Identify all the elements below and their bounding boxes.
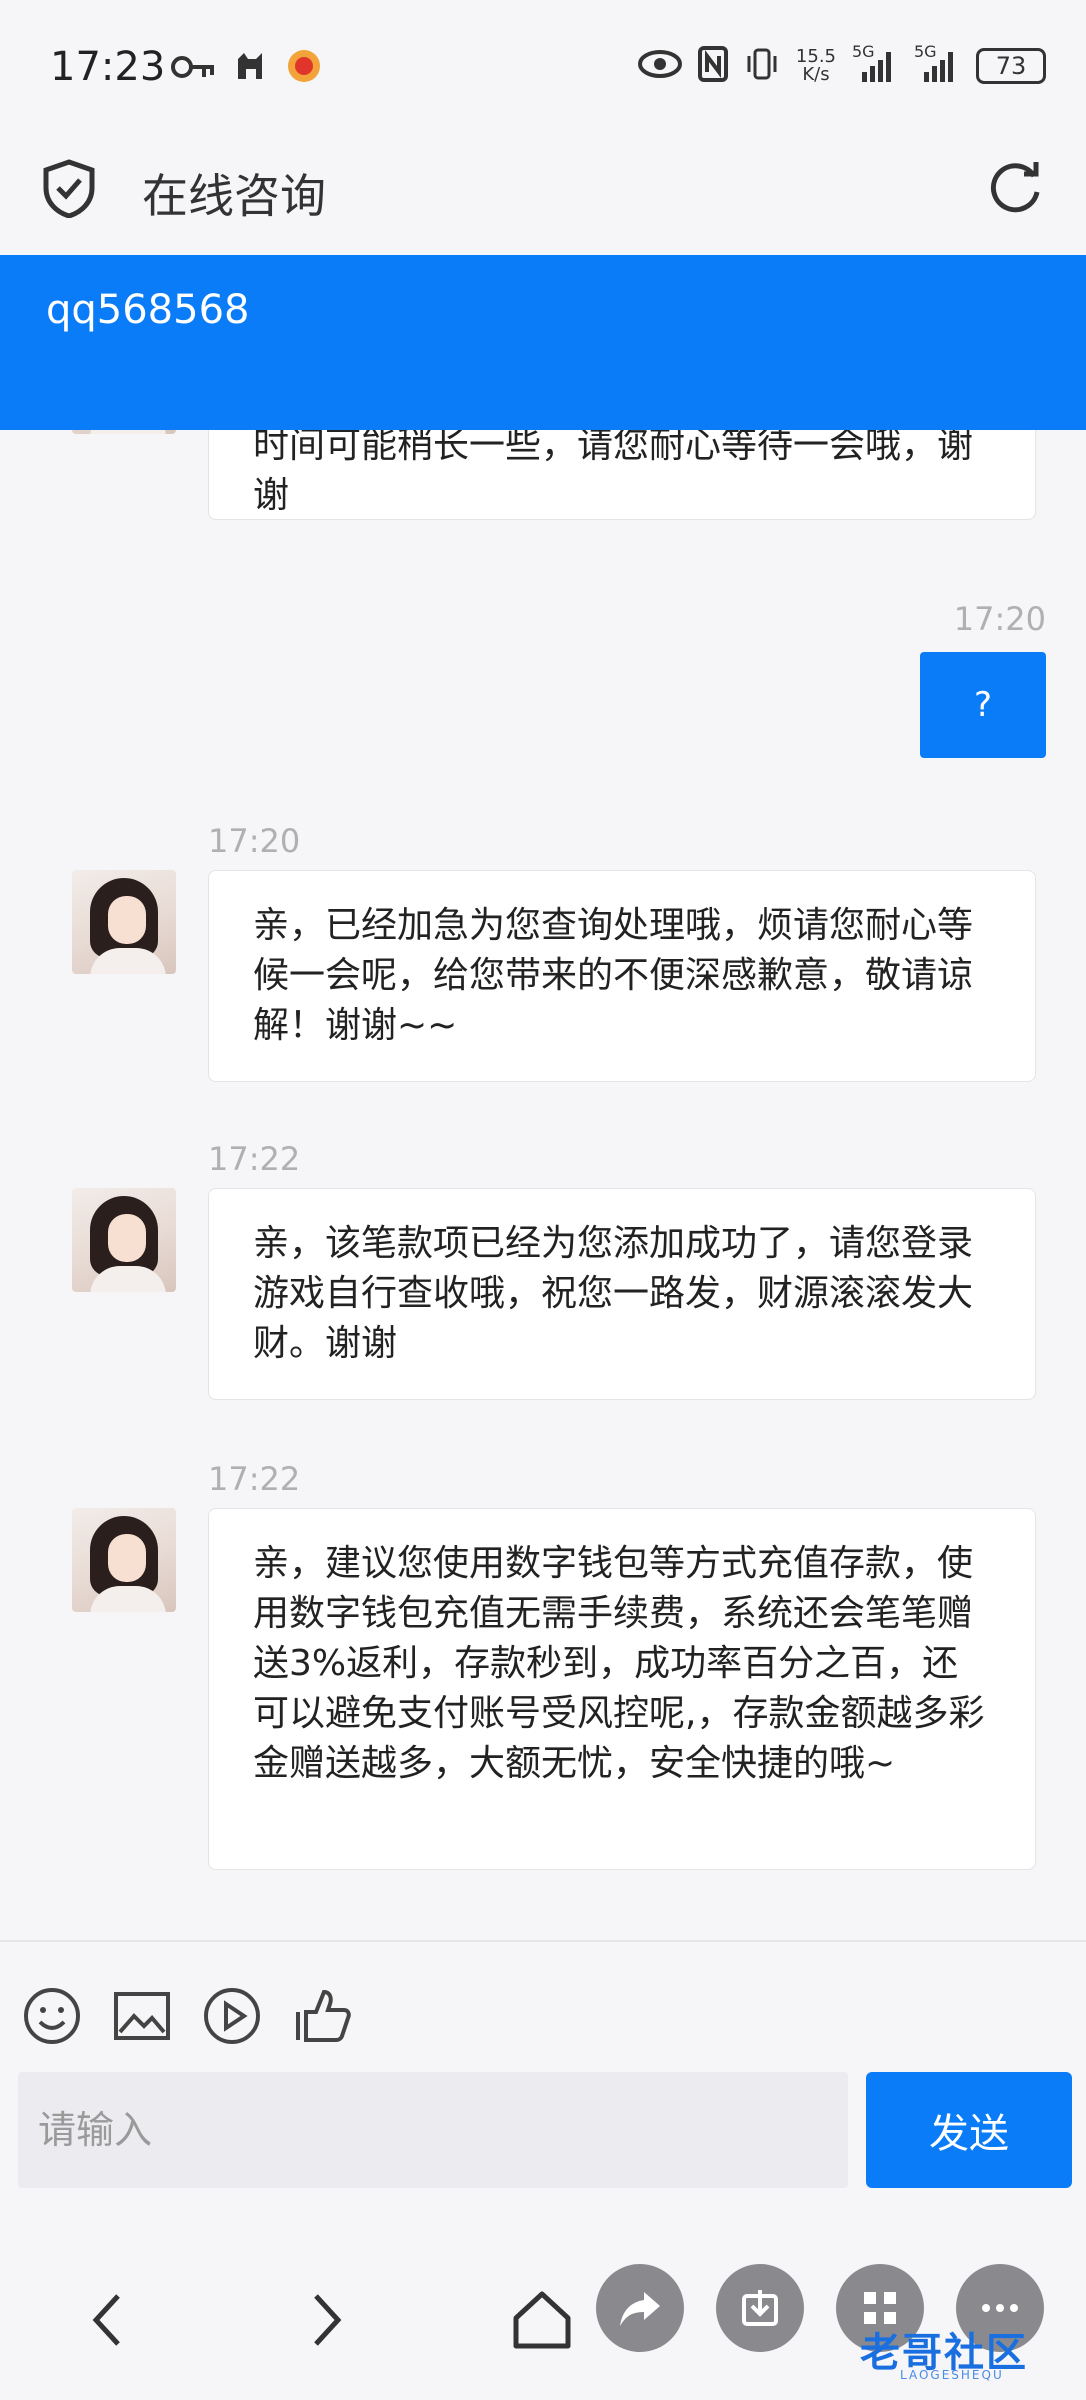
app-notification-icon [286, 48, 322, 92]
nfc-icon [697, 46, 728, 86]
watermark-subtext: LAOGESHEQU [900, 2368, 1004, 2382]
input-area: 发送 [0, 1940, 1086, 2240]
net-speed-unit: K/s [802, 64, 830, 85]
emoji-icon[interactable] [22, 1986, 82, 2046]
page-title: 在线咨询 [142, 169, 326, 223]
net-speed: 15.5 K/s [796, 48, 836, 84]
chat-messages[interactable]: 时间可能稍长一些，请您耐心等待一会哦，谢谢 17:20 ? 17:20 亲，已经… [0, 430, 1086, 1940]
message-time: 17:20 [953, 600, 1046, 638]
status-right-icons: 15.5 K/s 5G 5G 73 [637, 42, 1046, 86]
message-bubble: 亲，该笔款项已经为您添加成功了，请您登录游戏自行查收哦，祝您一路发，财源滚滚发大… [208, 1188, 1036, 1400]
send-button[interactable]: 发送 [866, 2072, 1072, 2188]
status-time: 17:23 [50, 44, 166, 90]
video-icon[interactable] [202, 1986, 262, 2046]
agent-avatar [72, 1508, 176, 1612]
message-input[interactable] [18, 2072, 848, 2188]
agent-avatar [72, 870, 176, 974]
message-time: 17:20 [208, 822, 301, 860]
share-icon[interactable] [596, 2264, 684, 2352]
download-icon[interactable] [716, 2264, 804, 2352]
status-left-icons [170, 48, 322, 92]
forward-icon[interactable] [286, 2280, 366, 2360]
key-icon [170, 51, 216, 89]
signal-2-icon: 5G [914, 42, 960, 84]
message-bubble: 亲，建议您使用数字钱包等方式充值存款，使用数字钱包充值无需手续费，系统还会笔笔赠… [208, 1508, 1036, 1870]
message-time: 17:22 [208, 1140, 301, 1178]
home-icon[interactable] [502, 2280, 582, 2360]
signal-1-icon: 5G [852, 42, 898, 84]
back-icon[interactable] [68, 2280, 148, 2360]
agent-avatar [72, 1188, 176, 1292]
image-icon[interactable] [112, 1986, 172, 2046]
user-message-bubble: ? [920, 652, 1046, 758]
agent-avatar [72, 430, 176, 434]
thumbs-up-icon[interactable] [292, 1986, 352, 2046]
banner-text: qq568568 [46, 287, 250, 333]
app-header: 在线咨询 [0, 130, 1086, 255]
cat-icon [234, 49, 268, 91]
browser-bottom-nav: 老哥社区 LAOGESHEQU [0, 2240, 1086, 2400]
announcement-banner: qq568568 [0, 255, 1086, 430]
status-bar: 17:23 15.5 K/s 5G 5G 73 [0, 0, 1086, 130]
shield-check-icon [42, 158, 96, 219]
message-time: 17:22 [208, 1460, 301, 1498]
refresh-icon[interactable] [984, 156, 1046, 218]
message-bubble: 亲，已经加急为您查询处理哦，烦请您耐心等候一会呢，给您带来的不便深感歉意，敬请谅… [208, 870, 1036, 1082]
message-bubble: 时间可能稍长一些，请您耐心等待一会哦，谢谢 [208, 430, 1036, 520]
vibrate-icon [744, 46, 780, 86]
eye-icon [637, 49, 682, 83]
input-toolbar [22, 1986, 352, 2046]
battery-indicator: 73 [976, 48, 1046, 84]
